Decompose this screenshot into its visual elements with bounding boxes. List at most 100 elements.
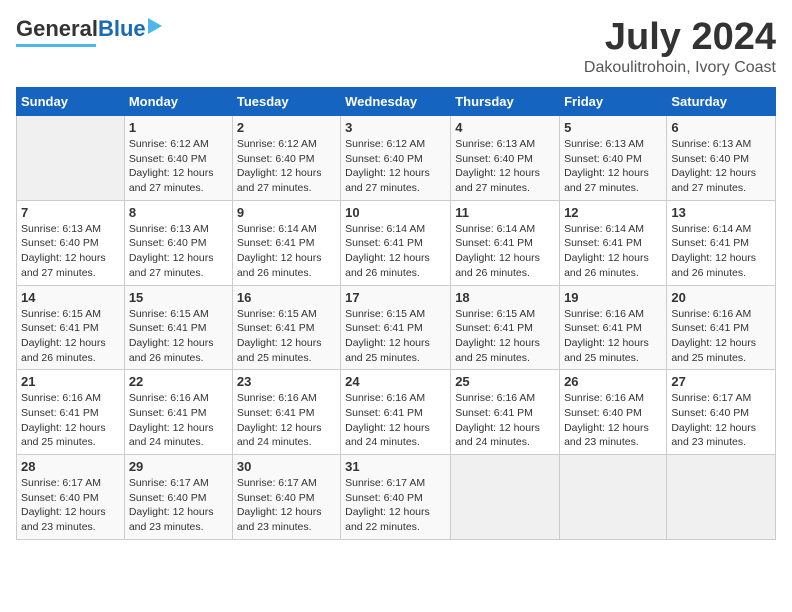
cell-line: Sunrise: 6:17 AM <box>671 391 771 406</box>
cell-line: Sunset: 6:40 PM <box>671 406 771 421</box>
cell-line: Sunrise: 6:15 AM <box>455 307 555 322</box>
day-number: 27 <box>671 374 771 389</box>
cell-line: Daylight: 12 hours <box>564 421 662 436</box>
cell-line: Sunset: 6:40 PM <box>129 236 228 251</box>
cell-line: Daylight: 12 hours <box>455 251 555 266</box>
day-number: 13 <box>671 205 771 220</box>
calendar-cell: 4Sunrise: 6:13 AMSunset: 6:40 PMDaylight… <box>451 116 560 201</box>
calendar-cell: 25Sunrise: 6:16 AMSunset: 6:41 PMDayligh… <box>451 370 560 455</box>
cell-line: Sunset: 6:41 PM <box>671 236 771 251</box>
cell-line: Daylight: 12 hours <box>129 251 228 266</box>
calendar-cell: 30Sunrise: 6:17 AMSunset: 6:40 PMDayligh… <box>232 455 340 540</box>
calendar-cell: 13Sunrise: 6:14 AMSunset: 6:41 PMDayligh… <box>667 200 776 285</box>
calendar-subtitle: Dakoulitrohoin, Ivory Coast <box>584 59 776 77</box>
column-header-monday: Monday <box>124 88 232 116</box>
day-number: 22 <box>129 374 228 389</box>
cell-line: Sunset: 6:41 PM <box>455 321 555 336</box>
calendar-cell: 22Sunrise: 6:16 AMSunset: 6:41 PMDayligh… <box>124 370 232 455</box>
cell-line: Sunrise: 6:16 AM <box>237 391 336 406</box>
cell-line: Sunrise: 6:13 AM <box>671 137 771 152</box>
day-number: 1 <box>129 120 228 135</box>
logo-arrow-icon <box>148 18 162 34</box>
calendar-week-3: 14Sunrise: 6:15 AMSunset: 6:41 PMDayligh… <box>17 285 776 370</box>
calendar-cell: 5Sunrise: 6:13 AMSunset: 6:40 PMDaylight… <box>560 116 667 201</box>
cell-line: Daylight: 12 hours <box>237 166 336 181</box>
calendar-week-1: 1Sunrise: 6:12 AMSunset: 6:40 PMDaylight… <box>17 116 776 201</box>
cell-line: Sunset: 6:41 PM <box>21 406 120 421</box>
cell-line: Sunrise: 6:12 AM <box>129 137 228 152</box>
day-number: 4 <box>455 120 555 135</box>
day-number: 29 <box>129 459 228 474</box>
logo-general: General <box>16 16 98 42</box>
cell-line: Sunrise: 6:15 AM <box>237 307 336 322</box>
calendar-cell: 14Sunrise: 6:15 AMSunset: 6:41 PMDayligh… <box>17 285 125 370</box>
day-number: 6 <box>671 120 771 135</box>
column-header-friday: Friday <box>560 88 667 116</box>
cell-line: Daylight: 12 hours <box>345 505 446 520</box>
day-number: 11 <box>455 205 555 220</box>
day-number: 10 <box>345 205 446 220</box>
title-block: July 2024 Dakoulitrohoin, Ivory Coast <box>584 16 776 77</box>
page-header: General Blue July 2024 Dakoulitrohoin, I… <box>16 16 776 77</box>
calendar-cell <box>17 116 125 201</box>
day-number: 7 <box>21 205 120 220</box>
cell-line: Sunset: 6:41 PM <box>237 236 336 251</box>
day-number: 17 <box>345 290 446 305</box>
cell-line: Sunset: 6:41 PM <box>237 321 336 336</box>
calendar-cell: 23Sunrise: 6:16 AMSunset: 6:41 PMDayligh… <box>232 370 340 455</box>
cell-line: Daylight: 12 hours <box>671 166 771 181</box>
cell-line: and 24 minutes. <box>129 435 228 450</box>
cell-line: and 27 minutes. <box>21 266 120 281</box>
cell-line: Daylight: 12 hours <box>237 336 336 351</box>
cell-line: Sunset: 6:41 PM <box>237 406 336 421</box>
cell-line: and 27 minutes. <box>345 181 446 196</box>
calendar-cell: 12Sunrise: 6:14 AMSunset: 6:41 PMDayligh… <box>560 200 667 285</box>
cell-line: Sunset: 6:41 PM <box>129 321 228 336</box>
cell-line: Daylight: 12 hours <box>671 336 771 351</box>
cell-line: Daylight: 12 hours <box>21 336 120 351</box>
calendar-cell: 1 Sunrise: 6:12 AMSunset: 6:40 PMDaylight… <box>124 116 232 201</box>
cell-line: Sunrise: 6:16 AM <box>455 391 555 406</box>
calendar-cell: 28Sunrise: 6:17 AMSunset: 6:40 PMDayligh… <box>17 455 125 540</box>
cell-line: Sunset: 6:41 PM <box>345 406 446 421</box>
cell-line: and 27 minutes. <box>129 181 228 196</box>
day-number: 21 <box>21 374 120 389</box>
cell-line: Daylight: 12 hours <box>671 421 771 436</box>
calendar-week-2: 7Sunrise: 6:13 AMSunset: 6:40 PMDaylight… <box>17 200 776 285</box>
calendar-cell: 27 Sunrise: 6:17 AMSunset: 6:40 PMDayligh… <box>667 370 776 455</box>
day-number: 26 <box>564 374 662 389</box>
day-number: 24 <box>345 374 446 389</box>
cell-line: Sunrise: 6:17 AM <box>345 476 446 491</box>
cell-line: Sunrise: 6:15 AM <box>129 307 228 322</box>
day-number: 12 <box>564 205 662 220</box>
cell-line: Sunrise: 6:16 AM <box>671 307 771 322</box>
day-number: 30 <box>237 459 336 474</box>
day-number: 8 <box>129 205 228 220</box>
cell-line: and 27 minutes. <box>237 181 336 196</box>
calendar-cell: 3Sunrise: 6:12 AMSunset: 6:40 PMDaylight… <box>341 116 451 201</box>
calendar-cell: 16Sunrise: 6:15 AMSunset: 6:41 PMDayligh… <box>232 285 340 370</box>
calendar-cell: 19Sunrise: 6:16 AMSunset: 6:41 PMDayligh… <box>560 285 667 370</box>
cell-line: Sunset: 6:40 PM <box>129 152 228 167</box>
calendar-cell <box>560 455 667 540</box>
calendar-table: SundayMondayTuesdayWednesdayThursdayFrid… <box>16 87 776 540</box>
cell-line: Sunrise: 6:13 AM <box>21 222 120 237</box>
day-number: 3 <box>345 120 446 135</box>
calendar-cell: 2Sunrise: 6:12 AMSunset: 6:40 PMDaylight… <box>232 116 340 201</box>
cell-line: Sunset: 6:41 PM <box>671 321 771 336</box>
cell-line: Sunrise: 6:12 AM <box>345 137 446 152</box>
calendar-cell: 8Sunrise: 6:13 AMSunset: 6:40 PMDaylight… <box>124 200 232 285</box>
cell-line: and 26 minutes. <box>129 351 228 366</box>
day-number: 15 <box>129 290 228 305</box>
cell-line: Sunset: 6:40 PM <box>237 152 336 167</box>
cell-line: Sunrise: 6:16 AM <box>129 391 228 406</box>
calendar-header-row: SundayMondayTuesdayWednesdayThursdayFrid… <box>17 88 776 116</box>
day-number: 18 <box>455 290 555 305</box>
cell-line: Daylight: 12 hours <box>671 251 771 266</box>
cell-line: Daylight: 12 hours <box>129 166 228 181</box>
cell-line: Sunrise: 6:14 AM <box>345 222 446 237</box>
cell-line: Sunset: 6:40 PM <box>237 491 336 506</box>
cell-line: Sunrise: 6:15 AM <box>345 307 446 322</box>
cell-line: Daylight: 12 hours <box>129 336 228 351</box>
day-number: 19 <box>564 290 662 305</box>
